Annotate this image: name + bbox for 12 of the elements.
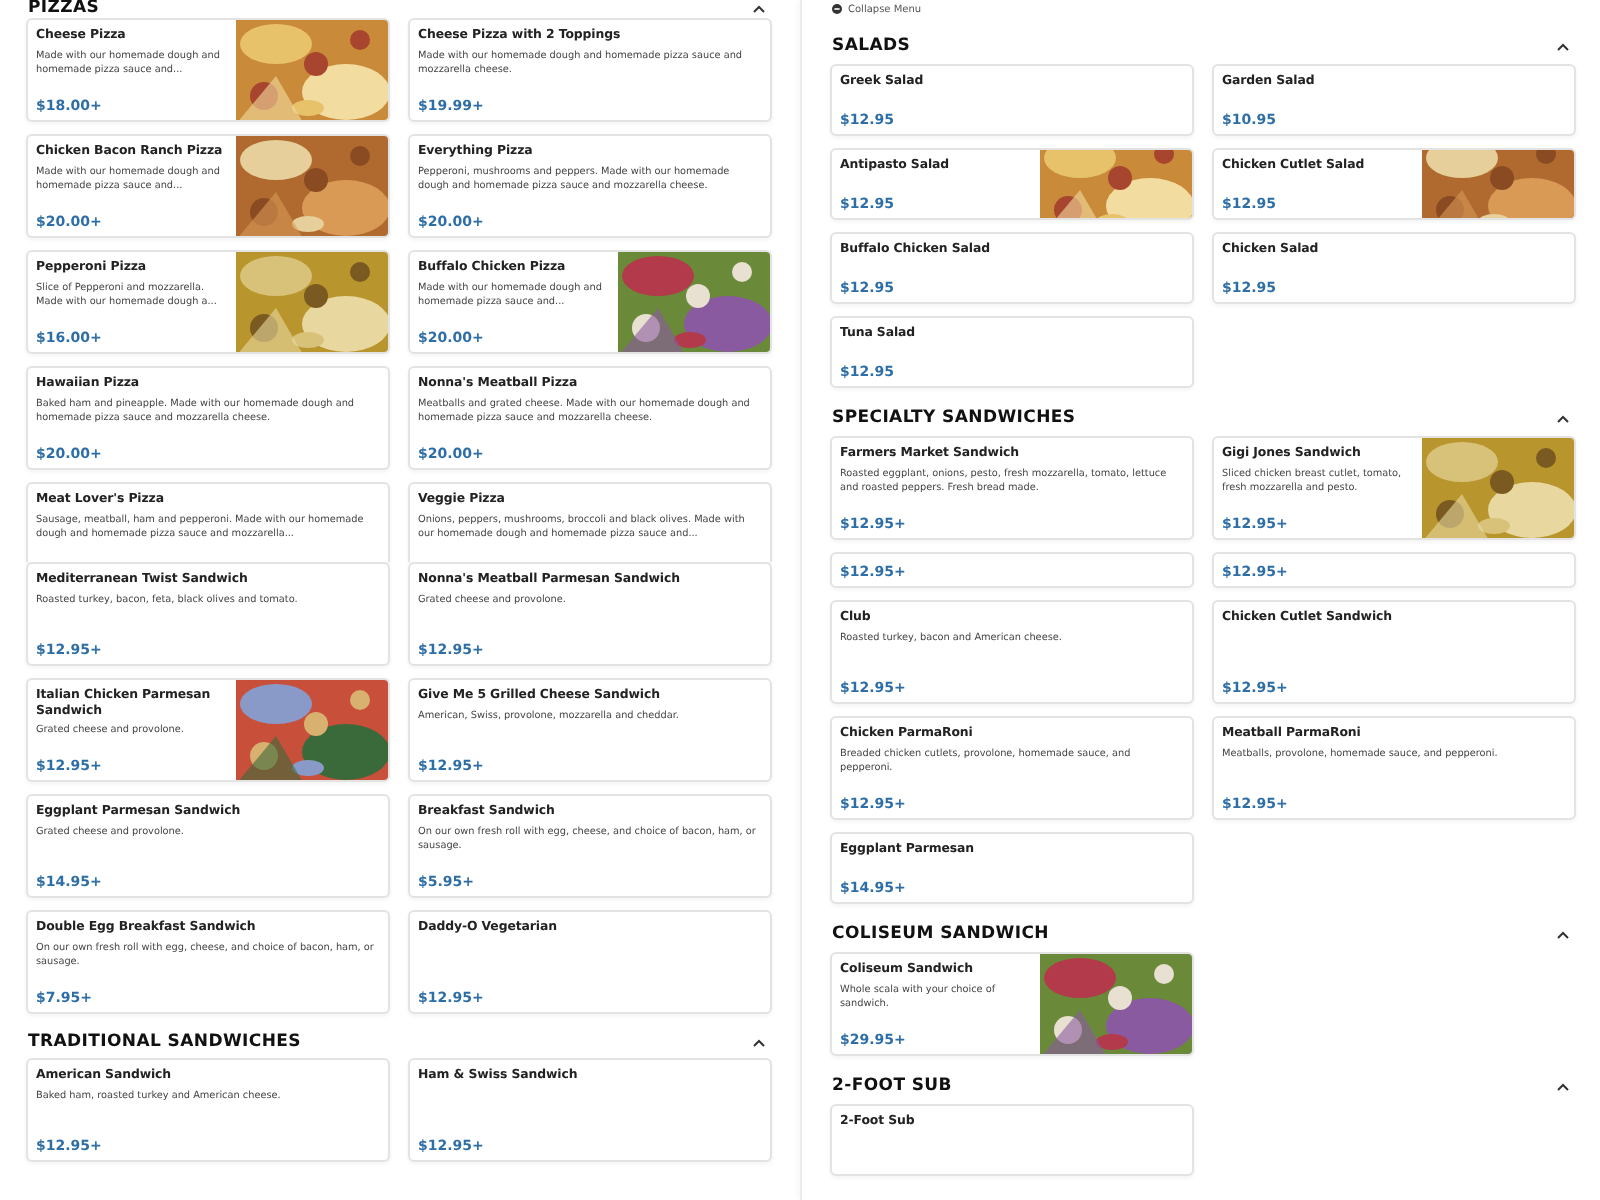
caret-icon[interactable]: [1556, 1081, 1570, 1091]
caret-icon[interactable]: [1556, 413, 1570, 423]
caret-icon[interactable]: [1556, 41, 1570, 51]
section-title: PIZZAS: [28, 0, 100, 18]
caret-icon[interactable]: [1556, 929, 1570, 939]
section-title: COLISEUM SANDWICH: [832, 924, 1049, 944]
section-title: SALADS: [832, 36, 911, 56]
caret-icon[interactable]: [752, 3, 766, 13]
caret-icon[interactable]: [752, 1037, 766, 1047]
section-title: TRADITIONAL SANDWICHES: [28, 1032, 301, 1052]
section-title: SPECIALTY SANDWICHES: [832, 408, 1076, 428]
section-title: 2-FOOT SUB: [832, 1076, 952, 1096]
